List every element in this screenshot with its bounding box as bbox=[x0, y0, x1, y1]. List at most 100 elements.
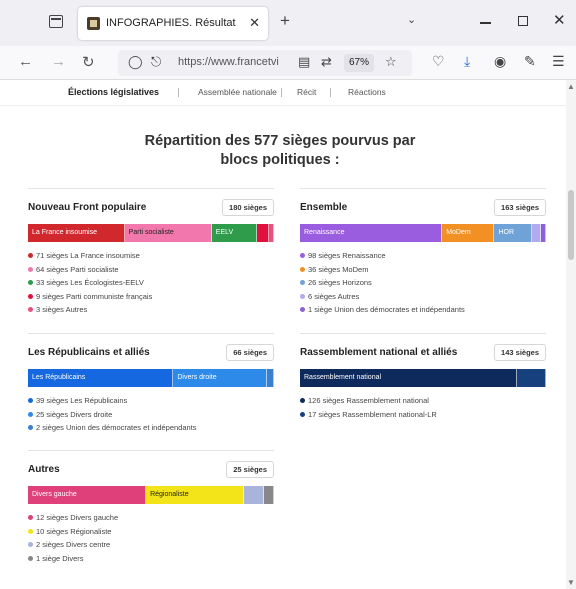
legend-color-dot-icon bbox=[28, 425, 33, 430]
block-divider bbox=[300, 333, 546, 334]
extensions-icon[interactable]: ✎ bbox=[524, 53, 536, 70]
legend-label: 26 sièges Horizons bbox=[308, 278, 372, 287]
bar-segment[interactable]: Renaissance bbox=[300, 224, 443, 242]
legend-color-dot-icon bbox=[300, 280, 305, 285]
seat-count-badge: 180 sièges bbox=[222, 199, 274, 216]
legend-label: 64 sièges Parti socialiste bbox=[36, 264, 119, 274]
seat-count-badge: 163 sièges bbox=[494, 199, 546, 216]
tab-list-icon[interactable] bbox=[49, 15, 63, 28]
legend-color-dot-icon bbox=[28, 528, 33, 534]
scroll-down-icon[interactable]: ▼ bbox=[567, 578, 575, 587]
legend-color-dot-icon bbox=[28, 293, 33, 299]
seat-count-badge: 25 sièges bbox=[226, 461, 274, 478]
bar-segment[interactable] bbox=[516, 369, 546, 387]
pocket-icon[interactable]: ♡ bbox=[432, 53, 445, 70]
seat-distribution-bar: Les Républicains Divers droite bbox=[28, 369, 274, 387]
menu-icon[interactable]: ☰ bbox=[552, 53, 565, 70]
bar-segment[interactable] bbox=[266, 369, 274, 387]
legend-label: 3 sièges Autres bbox=[36, 305, 88, 314]
site-favicon-icon bbox=[87, 17, 100, 30]
subnav-item-assemblee[interactable]: Assemblée nationale bbox=[198, 87, 277, 97]
zoom-level[interactable]: 67% bbox=[344, 54, 374, 72]
bar-segment[interactable]: Parti socialiste bbox=[124, 224, 212, 242]
tab-title: INFOGRAPHIES. Résultats des é bbox=[106, 17, 236, 29]
legend-color-dot-icon bbox=[28, 253, 33, 258]
legend-label: 1 siège Union des démocrates et indépend… bbox=[308, 305, 465, 314]
bar-segment[interactable]: Rassemblement national bbox=[300, 369, 517, 387]
scroll-up-icon[interactable]: ▲ bbox=[567, 82, 575, 91]
bar-segment[interactable] bbox=[269, 224, 274, 242]
page-scrollbar[interactable]: ▲ ▼ bbox=[566, 80, 576, 589]
forward-arrow-icon[interactable]: → bbox=[51, 53, 66, 70]
legend-color-dot-icon bbox=[300, 293, 305, 299]
legend-label: 6 sièges Autres bbox=[308, 291, 360, 301]
subnav-separator bbox=[281, 88, 282, 97]
seat-distribution-bar: La France insoumise Parti socialiste EELV bbox=[28, 224, 274, 242]
bar-segment[interactable]: Divers gauche bbox=[28, 486, 147, 504]
bar-segment[interactable]: MoDem bbox=[442, 224, 495, 242]
subnav-item-legislatives[interactable]: Élections législatives bbox=[68, 87, 159, 97]
seat-distribution-bar: Rassemblement national bbox=[300, 369, 546, 387]
legend-label: 12 sièges Divers gauche bbox=[36, 513, 119, 522]
window-close-icon[interactable]: ✕ bbox=[553, 11, 566, 29]
translate-icon[interactable]: ⇄ bbox=[321, 54, 332, 70]
address-bar[interactable]: ◯ ⎋ https://www.francetvi ▤ ⇄ 67% ☆ bbox=[118, 50, 412, 76]
lock-icon[interactable]: ⎋ bbox=[151, 54, 161, 70]
bar-segment[interactable]: HOR bbox=[494, 224, 533, 242]
bar-segment[interactable] bbox=[532, 224, 541, 242]
legend-label: 2 sièges Divers centre bbox=[36, 540, 111, 549]
legend-color-dot-icon bbox=[28, 411, 33, 417]
bookmark-star-icon[interactable]: ☆ bbox=[385, 54, 397, 70]
legend-color-dot-icon bbox=[300, 398, 305, 403]
maximize-icon[interactable] bbox=[518, 16, 528, 26]
block-name: Les Républicains et alliés bbox=[28, 347, 150, 358]
block-name: Ensemble bbox=[300, 202, 348, 213]
subnav-separator bbox=[330, 88, 331, 97]
legend-label: 98 sièges Renaissance bbox=[308, 251, 386, 260]
block-divider bbox=[28, 188, 274, 189]
back-arrow-icon[interactable]: ← bbox=[18, 53, 33, 70]
web-page: Élections législatives Assemblée nationa… bbox=[0, 80, 566, 589]
bar-segment[interactable] bbox=[244, 486, 265, 504]
bar-segment[interactable] bbox=[541, 224, 546, 242]
seat-count-badge: 143 sièges bbox=[494, 344, 546, 361]
scrollbar-thumb[interactable] bbox=[568, 190, 574, 260]
subnav-separator bbox=[178, 88, 179, 97]
bar-segment[interactable] bbox=[264, 486, 274, 504]
subnav-item-recit[interactable]: Récit bbox=[297, 87, 316, 97]
bar-segment[interactable]: Les Républicains bbox=[28, 369, 174, 387]
chevron-down-icon[interactable]: ⌄ bbox=[407, 13, 416, 26]
title-line-1: Répartition des 577 sièges pourvus par bbox=[144, 133, 416, 149]
article-subnav: Élections législatives Assemblée nationa… bbox=[0, 80, 566, 106]
legend-label: 36 sièges MoDem bbox=[308, 264, 369, 274]
reload-icon[interactable]: ↻ bbox=[82, 53, 95, 71]
bar-segment[interactable]: Régionaliste bbox=[146, 486, 245, 504]
bar-segment[interactable] bbox=[256, 224, 269, 242]
block-name: Rassemblement national et alliés bbox=[300, 347, 458, 358]
block-divider bbox=[28, 450, 274, 451]
tab-close-icon[interactable]: ✕ bbox=[249, 15, 260, 31]
bar-segment[interactable]: Divers droite bbox=[173, 369, 267, 387]
legend-color-dot-icon bbox=[28, 266, 33, 272]
block-name: Autres bbox=[28, 464, 60, 475]
legend-label: 1 siège Divers bbox=[36, 553, 84, 563]
bar-segment[interactable]: EELV bbox=[211, 224, 257, 242]
seat-distribution-bar: Renaissance MoDem HOR bbox=[300, 224, 546, 242]
bar-segment[interactable]: La France insoumise bbox=[28, 224, 125, 242]
new-tab-button[interactable]: + bbox=[280, 11, 290, 31]
legend-color-dot-icon bbox=[28, 398, 33, 403]
download-icon[interactable]: ⤓ bbox=[464, 53, 470, 70]
reader-view-icon[interactable]: ▤ bbox=[298, 54, 310, 70]
block-divider bbox=[300, 188, 546, 189]
infographic-title: Répartition des 577 sièges pourvus par b… bbox=[130, 132, 430, 170]
minimize-icon[interactable] bbox=[480, 22, 491, 24]
browser-tab-strip: INFOGRAPHIES. Résultats des é ✕ + ⌄ ✕ bbox=[0, 0, 576, 46]
subnav-item-reactions[interactable]: Réactions bbox=[348, 87, 386, 97]
browser-tab[interactable]: INFOGRAPHIES. Résultats des é ✕ bbox=[78, 7, 268, 40]
legend-label: 17 sièges Rassemblement national-LR bbox=[308, 409, 437, 419]
legend-label: 10 sièges Régionaliste bbox=[36, 526, 112, 536]
shield-icon[interactable]: ◯ bbox=[128, 54, 143, 70]
account-icon[interactable]: ◉ bbox=[494, 53, 506, 70]
url-text[interactable]: https://www.francetvi bbox=[178, 56, 293, 68]
title-line-2: blocs politiques : bbox=[220, 152, 340, 168]
